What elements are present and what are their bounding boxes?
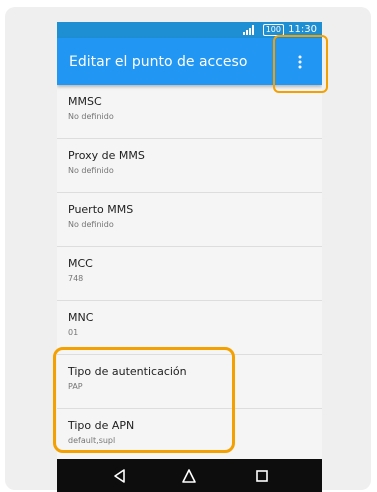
setting-value: No definido bbox=[68, 166, 114, 175]
setting-mcc[interactable]: MCC 748 bbox=[57, 247, 322, 301]
setting-title: Puerto MMS bbox=[68, 203, 134, 216]
recents-icon[interactable] bbox=[253, 467, 271, 485]
setting-value: No definido bbox=[68, 112, 114, 121]
navigation-bar bbox=[57, 459, 322, 492]
back-icon[interactable] bbox=[111, 467, 129, 485]
setting-title: MMSC bbox=[68, 95, 102, 108]
setting-mms-port[interactable]: Puerto MMS No definido bbox=[57, 193, 322, 247]
home-icon[interactable] bbox=[180, 467, 198, 485]
setting-mms-proxy[interactable]: Proxy de MMS No definido bbox=[57, 139, 322, 193]
menu-highlight-box bbox=[273, 35, 328, 93]
setting-mmsc[interactable]: MMSC No definido bbox=[57, 85, 322, 139]
setting-value: No definido bbox=[68, 220, 114, 229]
signal-icon bbox=[243, 25, 254, 35]
setting-title: MNC bbox=[68, 311, 94, 324]
setting-value: 01 bbox=[68, 328, 79, 337]
auth-apn-highlight-box bbox=[53, 347, 235, 453]
page-title: Editar el punto de acceso bbox=[69, 54, 248, 70]
setting-title: MCC bbox=[68, 257, 93, 270]
setting-value: 748 bbox=[68, 274, 84, 283]
setting-title: Proxy de MMS bbox=[68, 149, 145, 162]
